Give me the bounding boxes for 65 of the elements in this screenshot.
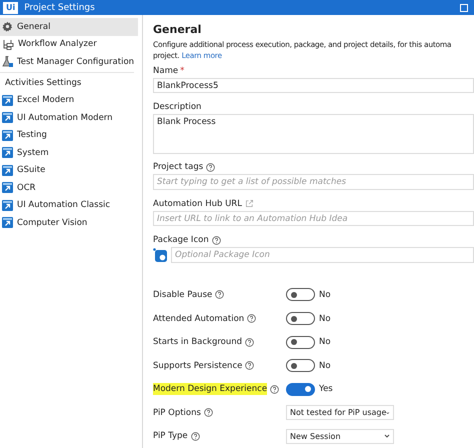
field-label: Project tags (153, 162, 204, 172)
option-label: Attended Automation (153, 312, 244, 324)
toggle-switch[interactable] (286, 336, 315, 349)
sidebar-item[interactable]: Test Manager Configuration (0, 53, 138, 70)
text-area[interactable]: Blank Process (153, 114, 474, 154)
field-label: Package Icon (153, 235, 209, 246)
field-label: Description (153, 102, 202, 112)
toggle-switch[interactable] (286, 288, 315, 302)
option-label: Supports Persistence (153, 360, 242, 372)
activity-package-icon (2, 182, 13, 194)
workflow-icon (2, 38, 14, 50)
package-icon (153, 248, 167, 262)
help-icon[interactable] (204, 408, 213, 418)
help-icon[interactable] (212, 236, 221, 245)
activity-package-icon (2, 130, 13, 141)
sidebar-item[interactable]: General (0, 18, 138, 36)
toggle-value: No (319, 314, 331, 324)
dropdown[interactable]: Not tested for PiP usage (286, 405, 394, 420)
sidebar-item[interactable]: Testing (0, 126, 138, 144)
toggle-value: No (319, 290, 331, 300)
help-icon[interactable] (270, 384, 280, 394)
chevron-down-icon (384, 434, 390, 438)
sidebar-item[interactable]: Excel Modern (0, 92, 138, 109)
sidebar-item[interactable]: UI Automation Modern (0, 109, 138, 126)
activity-package-icon (2, 147, 13, 158)
toggle-switch[interactable] (286, 312, 315, 325)
app-logo: Ui (3, 2, 18, 14)
maximize-icon[interactable] (460, 4, 468, 12)
dropdown[interactable]: New Session (286, 428, 394, 444)
help-icon[interactable] (215, 290, 224, 300)
flask-icon (2, 56, 13, 68)
help-icon[interactable] (247, 314, 256, 323)
sidebar-item[interactable]: Computer Vision (0, 214, 138, 232)
help-icon[interactable] (245, 361, 254, 370)
activity-package-icon (2, 112, 13, 124)
field-label: Name (153, 66, 178, 76)
activity-package-icon (2, 200, 13, 211)
help-icon[interactable] (245, 338, 254, 347)
gear-icon (2, 21, 13, 32)
section-title: Activities Settings (4, 77, 82, 90)
help-icon[interactable] (206, 162, 216, 172)
sidebar-item[interactable]: UI Automation Classic (0, 196, 138, 214)
help-icon[interactable] (190, 432, 200, 441)
input-field[interactable]: BlankProcess5 (153, 78, 474, 94)
toggle-value: Yes (319, 384, 333, 394)
field-label: Automation Hub URL (153, 198, 242, 209)
activity-package-icon (2, 164, 13, 176)
toggle-value: No (319, 360, 331, 371)
sidebar-item[interactable]: System (0, 144, 138, 162)
activity-package-icon (2, 94, 13, 106)
option-label: Modern Design Experience (153, 383, 268, 396)
toggle-switch[interactable] (286, 359, 315, 372)
option-label: Disable Pause (153, 288, 212, 301)
sidebar-item[interactable]: OCR (0, 179, 138, 196)
option-label: PiP Options (153, 406, 201, 419)
sidebar-item[interactable]: Workflow Analyzer (0, 36, 138, 53)
option-label: Starts in Background (153, 336, 242, 348)
page-title: General (153, 23, 202, 36)
toggle-switch[interactable] (286, 382, 315, 396)
required-mark: * (180, 66, 184, 76)
sidebar-item[interactable]: GSuite (0, 162, 138, 179)
activity-package-icon (2, 217, 13, 228)
window-title: Project Settings (24, 2, 96, 12)
toggle-value: No (319, 337, 331, 348)
option-label: PiP Type (153, 430, 188, 442)
